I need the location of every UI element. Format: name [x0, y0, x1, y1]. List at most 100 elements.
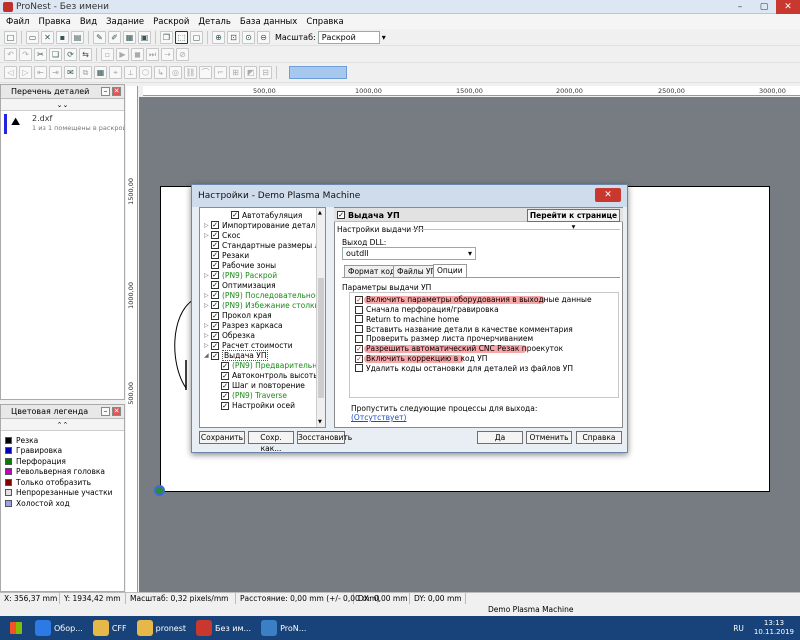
bridge-icon[interactable]: ⌒ — [199, 66, 212, 79]
menu-help[interactable]: Справка — [306, 17, 343, 27]
open-icon[interactable]: ▭ — [26, 30, 39, 44]
tree-item[interactable]: ✓ Стандартные размеры листа — [204, 240, 325, 250]
help-button[interactable]: Справка — [576, 431, 622, 444]
zoom-window-icon[interactable]: ⊙ — [242, 30, 255, 44]
taskbar-item[interactable]: CFF — [90, 617, 130, 639]
menu-database[interactable]: База данных — [240, 17, 297, 27]
play-icon[interactable]: ▶ — [116, 47, 129, 61]
language-indicator[interactable]: RU — [733, 624, 744, 633]
next-icon[interactable]: ⏭ — [146, 47, 159, 61]
tree-checkbox[interactable]: ✓ — [211, 231, 219, 240]
tree-item[interactable]: ✓ Автоконтроль высоты — [214, 371, 319, 381]
option-checkbox[interactable] — [355, 334, 363, 343]
bevel-icon[interactable]: ⬡ — [139, 66, 152, 79]
option-checkbox[interactable] — [355, 325, 363, 334]
option-row[interactable]: ✓ Разрешить автоматический CNC Резак прое… — [355, 344, 563, 354]
paste-icon[interactable]: ❏ — [49, 47, 62, 61]
option-checkbox[interactable]: ✓ — [355, 354, 363, 363]
tree-item[interactable]: ✓ (PN9) Предварительные — [214, 361, 325, 371]
expand-right-icon[interactable]: ▷ — [204, 222, 211, 229]
remnant-icon[interactable]: ◩ — [244, 66, 257, 79]
tree-item[interactable]: ✓ Оптимизация — [204, 280, 276, 290]
lead-icon[interactable]: ↳ — [154, 66, 167, 79]
tree-item[interactable]: ▷ ✓ Обрезка — [204, 331, 255, 341]
chevron-down-icon[interactable]: ▾ — [382, 33, 386, 42]
tree-checkbox[interactable]: ✓ — [211, 341, 219, 350]
option-row[interactable]: Удалить коды остановки для деталей из фа… — [355, 364, 573, 374]
mirror-icon[interactable]: ⇆ — [79, 47, 92, 61]
tree-item[interactable]: ✓ Шаг и повторение — [214, 381, 305, 391]
move-left-icon[interactable]: ◁ — [4, 66, 17, 79]
minimize-button[interactable]: – — [728, 0, 752, 14]
tree-item[interactable]: ▷ ✓ Расчет стоимости — [204, 341, 293, 351]
legend-minimize-icon[interactable]: – — [101, 407, 110, 416]
tree-item[interactable]: ✓ Автотабуляция — [224, 210, 302, 220]
print-icon[interactable]: ▤ — [71, 30, 84, 44]
tree-checkbox[interactable]: ✓ — [211, 241, 219, 250]
option-checkbox[interactable] — [355, 364, 363, 373]
cut-icon[interactable]: ✂ — [34, 47, 47, 61]
align-right-icon[interactable]: ⇥ — [49, 66, 62, 79]
tree-checkbox[interactable]: ✓ — [211, 251, 219, 260]
tree-item[interactable]: ✓ Резаки — [204, 250, 249, 260]
snap-icon[interactable]: ⌖ — [109, 66, 122, 79]
tab-options[interactable]: Опции — [433, 264, 467, 277]
tree-checkbox[interactable]: ✓ — [221, 361, 229, 370]
option-checkbox[interactable] — [355, 315, 363, 324]
taskbar-item[interactable]: pronest — [134, 617, 189, 639]
ok-button[interactable]: Да — [477, 431, 523, 444]
tree-checkbox[interactable]: ✓ — [231, 211, 239, 219]
select-icon[interactable]: ⬚ — [175, 30, 188, 44]
new-icon[interactable]: □ — [4, 30, 17, 44]
stop-icon[interactable]: ⊘ — [176, 47, 189, 61]
zoom-fit-icon[interactable]: ⊡ — [227, 30, 240, 44]
menu-view[interactable]: Вид — [80, 17, 97, 27]
expand-right-icon[interactable]: ▷ — [204, 292, 211, 299]
goto-page-button[interactable]: Перейти к странице ▾ — [527, 209, 620, 231]
menu-file[interactable]: Файл — [6, 17, 29, 27]
tree-checkbox[interactable]: ✓ — [211, 351, 219, 360]
tree-checkbox[interactable]: ✓ — [211, 221, 219, 230]
expand-down-icon[interactable]: ◢ — [204, 352, 211, 359]
tree-item[interactable]: ▷✓(PN9) Избежание столкновений — [204, 300, 325, 310]
part-item[interactable]: ⛰ 2.dxf 1 из 1 помещены в раскрой — [1, 113, 124, 135]
part-edit-icon[interactable]: ✐ — [108, 30, 121, 44]
option-row[interactable]: Вставить название детали в качестве комм… — [355, 324, 573, 334]
offset-icon[interactable]: ⊞ — [229, 66, 242, 79]
window-icon[interactable]: ▢ — [190, 30, 203, 44]
tree-item[interactable]: ✓ Настройки осей — [214, 401, 295, 411]
zoom-out-icon[interactable]: ⊖ — [257, 30, 270, 44]
save-as-button[interactable]: Сохр. как... — [248, 431, 294, 453]
pierce-icon[interactable]: ◎ — [169, 66, 182, 79]
collapse-chevron-icon[interactable]: ⌄⌄ — [1, 99, 124, 111]
tree-item[interactable]: ▷✓(PN9) Последовательность резки — [204, 290, 325, 300]
tree-checkbox[interactable]: ✓ — [221, 371, 229, 380]
taskbar-item[interactable]: Без им... — [193, 617, 254, 639]
panel-minimize-icon[interactable]: – — [101, 87, 110, 96]
copy-icon[interactable]: ❐ — [160, 30, 173, 44]
option-row[interactable]: ✓ Включить параметры оборудования в выход… — [355, 295, 592, 305]
option-row[interactable]: Сначала перфорация/гравировка — [355, 305, 499, 315]
dialog-close-button[interactable]: ✕ — [595, 188, 621, 202]
tree-checkbox[interactable]: ✓ — [211, 331, 219, 340]
tree-item[interactable]: ◢ ✓ Выдача УП — [204, 350, 269, 362]
taskbar-item[interactable]: Обор... — [32, 617, 86, 639]
menu-part[interactable]: Деталь — [198, 17, 230, 27]
clock[interactable]: 13:13 10.11.2019 — [754, 619, 794, 637]
menu-edit[interactable]: Правка — [38, 17, 70, 27]
undo-icon[interactable]: ↶ — [4, 47, 17, 61]
redo-icon[interactable]: ↷ — [19, 47, 32, 61]
group-icon[interactable]: ⧉ — [79, 66, 92, 79]
tree-checkbox[interactable]: ✓ — [211, 281, 219, 290]
step-icon[interactable]: ▫ — [101, 47, 114, 61]
tree-checkbox[interactable]: ✓ — [211, 321, 219, 330]
option-row[interactable]: Return to machine home — [355, 315, 459, 325]
move-right-icon[interactable]: ▷ — [19, 66, 32, 79]
expand-right-icon[interactable]: ▷ — [204, 342, 211, 349]
measure-icon[interactable]: ⟂ — [124, 66, 137, 79]
option-checkbox[interactable]: ✓ — [355, 295, 363, 304]
tree-checkbox[interactable]: ✓ — [211, 301, 219, 310]
option-row[interactable]: Проверить размер листа прочерчиванием — [355, 334, 533, 344]
rotate-icon[interactable]: ⟳ — [64, 47, 77, 61]
save-icon[interactable]: ▪ — [56, 30, 69, 44]
